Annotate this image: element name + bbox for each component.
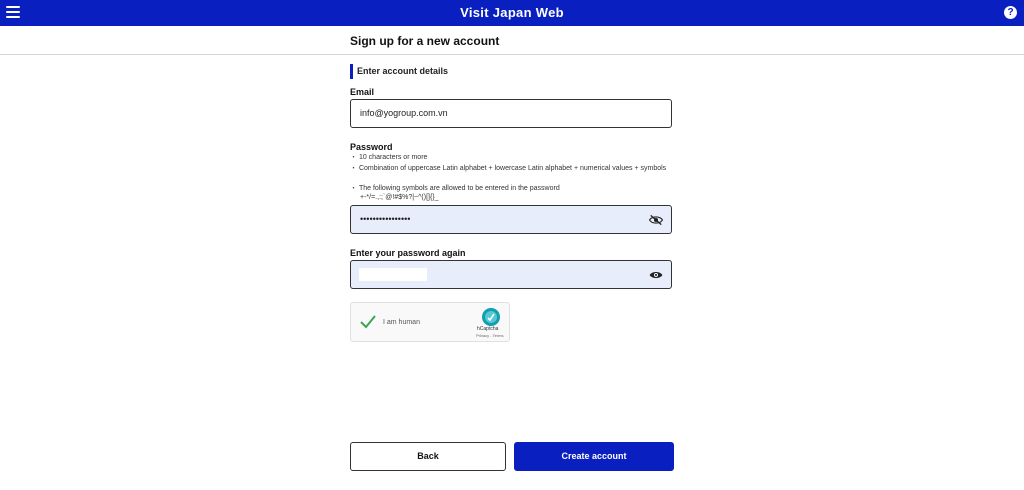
password-allowed-symbols: +-*/=.,:;`@!#$%?|~^()[]{}_	[360, 194, 439, 201]
confirm-password-field[interactable]	[350, 260, 672, 289]
page-title-bar: Sign up for a new account	[0, 26, 1024, 55]
confirm-password-label: Enter your password again	[350, 248, 466, 258]
password-hint-combination: ・ Combination of uppercase Latin alphabe…	[350, 165, 667, 172]
email-label: Email	[350, 87, 375, 97]
email-field[interactable]: info@yogroup.com.vn	[350, 99, 672, 128]
captcha-label: I am human	[383, 319, 420, 326]
checkmark-icon[interactable]	[360, 315, 376, 329]
help-icon[interactable]: ?	[1004, 6, 1017, 19]
password-field[interactable]: ••••••••••••••••	[350, 205, 672, 234]
password-masked-value: ••••••••••••••••	[360, 214, 411, 224]
page-title: Sign up for a new account	[350, 34, 500, 48]
password-hint-symbols: ・ The following symbols are allowed to b…	[350, 185, 560, 192]
password-hint-length: ・ 10 characters or more	[350, 154, 428, 161]
eye-icon[interactable]	[649, 269, 663, 281]
section-heading: Enter account details	[350, 64, 448, 79]
redacted-value	[359, 268, 427, 281]
top-navigation-bar: Visit Japan Web ?	[0, 0, 1024, 26]
password-label: Password	[350, 142, 393, 152]
app-title: Visit Japan Web	[460, 5, 564, 20]
hcaptcha-logo-icon	[482, 308, 500, 326]
back-button[interactable]: Back	[350, 442, 506, 471]
captcha-brand: hCaptcha	[477, 326, 499, 332]
hcaptcha-widget[interactable]: I am human hCaptcha Privacy - Terms	[350, 302, 510, 342]
captcha-links[interactable]: Privacy - Terms	[476, 333, 503, 338]
create-account-button[interactable]: Create account	[514, 442, 674, 471]
eye-off-icon[interactable]	[649, 214, 663, 226]
